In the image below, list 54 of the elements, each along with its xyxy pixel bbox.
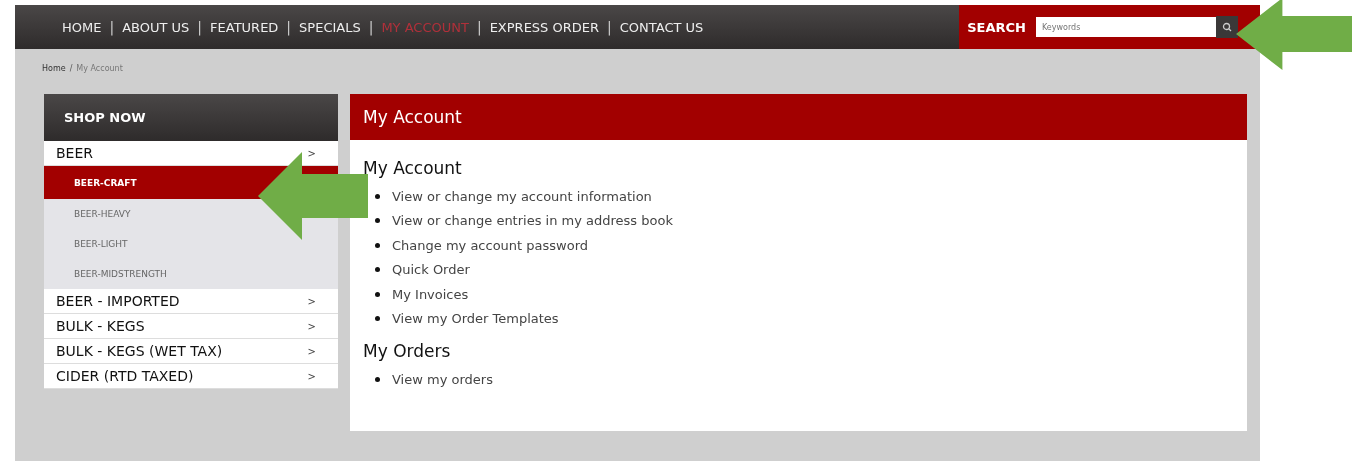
- category-item[interactable]: BEER >: [44, 141, 338, 166]
- nav-separator: |: [109, 19, 115, 35]
- nav-separator: |: [368, 19, 374, 35]
- section-heading: My Orders: [363, 341, 452, 361]
- chevron-icon: >: [307, 320, 316, 332]
- sidebar-header: SHOP NOW: [44, 94, 338, 141]
- chevron-icon: >: [307, 147, 316, 159]
- nav-link[interactable]: EXPRESS ORDER: [489, 19, 600, 35]
- nav-separator: |: [476, 19, 482, 35]
- search-icon: [1222, 22, 1232, 32]
- bullet-icon: [375, 218, 380, 224]
- account-link[interactable]: View my Order Templates: [392, 311, 559, 327]
- category-label: BEER: [56, 145, 94, 161]
- nav-link[interactable]: ABOUT US: [122, 19, 190, 35]
- section-heading: My Account: [363, 158, 463, 178]
- panel-title: My Account: [350, 94, 1247, 140]
- category-item[interactable]: BEER - IMPORTED >: [44, 289, 338, 314]
- bullet-icon: [375, 376, 380, 382]
- search-field[interactable]: Keywords: [1036, 17, 1216, 37]
- nav-separator: |: [607, 19, 612, 35]
- subcategory-item[interactable]: BEER-MIDSTRENGTH: [44, 259, 338, 289]
- bullet-icon: [375, 316, 380, 322]
- account-link[interactable]: View or change entries in my address book: [392, 213, 673, 229]
- category-label: CIDER (RTD TAXED): [56, 368, 194, 384]
- category-label: BULK - KEGS (WET TAX): [56, 343, 223, 359]
- bullet-icon: [375, 267, 380, 273]
- account-link[interactable]: View or change my account information: [392, 188, 652, 204]
- nav-link[interactable]: FEATURED: [210, 19, 279, 35]
- chevron-icon: >: [307, 295, 316, 307]
- nav-link[interactable]: HOME: [62, 19, 102, 35]
- category-item[interactable]: BULK - KEGS >: [44, 314, 338, 339]
- breadcrumb-link[interactable]: Home: [42, 64, 66, 80]
- bullet-icon: [375, 291, 380, 297]
- nav-separator: |: [197, 19, 203, 35]
- search-label: SEARCH: [967, 19, 1026, 35]
- account-link[interactable]: Change my account password: [392, 237, 589, 253]
- nav-link[interactable]: SPECIALS: [299, 19, 361, 35]
- account-link[interactable]: Quick Order: [392, 262, 470, 278]
- subcategory-item[interactable]: BEER-LIGHT: [44, 229, 338, 259]
- nav-separator: |: [286, 19, 292, 35]
- chevron-icon: >: [307, 345, 316, 357]
- arrow-icon: [1236, 0, 1352, 70]
- category-item[interactable]: CIDER (RTD TAXED) >: [44, 364, 338, 389]
- bullet-icon: [375, 193, 380, 199]
- nav-link[interactable]: CONTACT US: [619, 19, 704, 35]
- category-label: BEER - IMPORTED: [56, 293, 180, 309]
- account-link[interactable]: My Invoices: [392, 286, 469, 302]
- account-link[interactable]: View my orders: [392, 371, 493, 387]
- bullet-icon: [375, 242, 380, 248]
- category-item[interactable]: BULK - KEGS (WET TAX) >: [44, 339, 338, 364]
- category-label: BULK - KEGS: [56, 318, 145, 334]
- chevron-icon: >: [307, 370, 316, 382]
- breadcrumb-separator: /: [69, 64, 73, 75]
- search-button[interactable]: [1216, 16, 1238, 38]
